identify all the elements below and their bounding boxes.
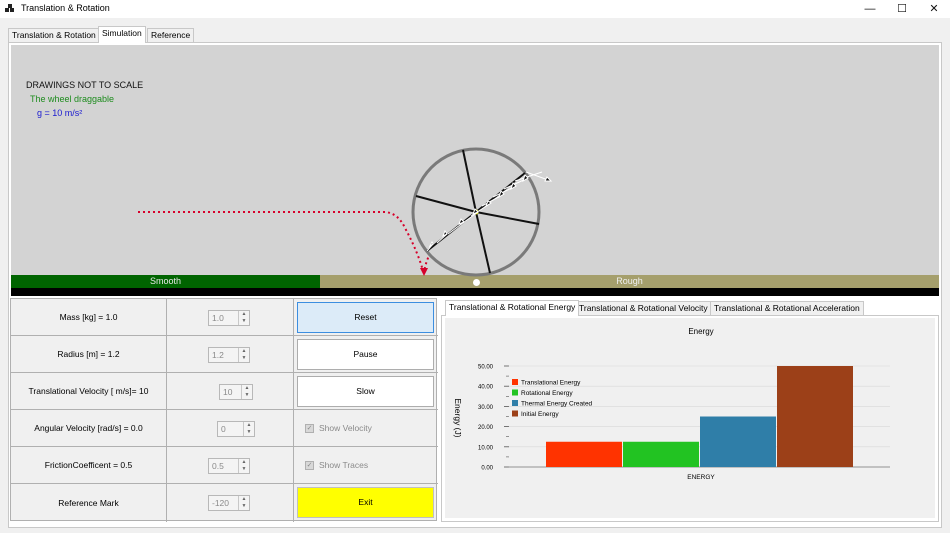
maximize-button[interactable]: ☐ [886, 0, 918, 18]
radius-label: Radius [m] = 1.2 [11, 336, 167, 372]
tab-velocity[interactable]: Translational & Rotational Velocity [575, 301, 712, 315]
tab-energy[interactable]: Translational & Rotational Energy [445, 300, 580, 316]
tab-translation-rotation[interactable]: Translation & Rotation [8, 28, 100, 42]
translational-velocity-stepper[interactable]: 10 ▲ ▼ [219, 384, 253, 400]
friction-label: FrictionCoefficent = 0.5 [11, 447, 167, 483]
pause-button[interactable]: Pause [297, 339, 434, 370]
mass-label: Mass [kg] = 1.0 [11, 299, 167, 335]
tab-simulation[interactable]: Simulation [98, 26, 146, 43]
translational-velocity-value: 10 [223, 387, 233, 397]
up-arrow-icon: ▲ [244, 385, 250, 391]
tab-acceleration[interactable]: Translational & Rotational Acceleration [710, 301, 864, 315]
up-arrow-icon: ▲ [241, 496, 247, 502]
controls-panel: Mass [kg] = 1.0 1.0 ▲ ▼ Reset Radius [m] =… [10, 298, 438, 522]
reset-button[interactable]: Reset [297, 302, 434, 333]
translational-velocity-row: Translational Velocity [ m/s]= 10 10 ▲ ▼ S… [11, 373, 438, 410]
reference-mark-row: Reference Mark -120 ▲ ▼ Exit [11, 484, 438, 522]
down-arrow-icon: ▼ [246, 429, 252, 435]
scale-note: DRAWINGS NOT TO SCALE [26, 80, 144, 90]
reference-mark-label: Reference Mark [11, 484, 167, 522]
angular-velocity-label: Angular Velocity [rad/s] = 0.0 [11, 410, 167, 446]
down-arrow-icon: ▼ [241, 355, 247, 361]
mass-row: Mass [kg] = 1.0 1.0 ▲ ▼ Reset [11, 299, 438, 336]
window-title: Translation & Rotation [21, 3, 110, 13]
slow-button[interactable]: Slow [297, 376, 434, 407]
gravity-label: g = 10 m/s² [37, 108, 83, 118]
show-velocity-label: Show Velocity [319, 423, 372, 433]
down-arrow-icon: ▼ [241, 503, 247, 509]
show-traces-label: Show Traces [319, 460, 369, 470]
up-arrow-icon: ▲ [241, 311, 247, 317]
up-arrow-icon: ▲ [241, 348, 247, 354]
up-arrow-icon: ▲ [246, 422, 252, 428]
reference-mark-value: -120 [212, 498, 230, 508]
exit-button[interactable]: Exit [297, 487, 434, 518]
down-arrow-icon: ▼ [241, 466, 247, 472]
title-bar: Translation & Rotation — ☐ ✕ [0, 0, 950, 18]
radius-value: 1.2 [212, 350, 224, 360]
mass-value: 1.0 [212, 313, 224, 323]
chart-background [445, 318, 935, 518]
smooth-surface: Smooth [11, 275, 320, 288]
ground-line [11, 288, 939, 296]
checkmark-icon: ✓ [305, 460, 314, 470]
friction-value: 0.5 [212, 461, 224, 471]
close-button[interactable]: ✕ [918, 0, 950, 18]
tab-reference[interactable]: Reference [147, 28, 195, 42]
app-icon [5, 4, 15, 14]
angular-velocity-stepper[interactable]: 0 ▲ ▼ [217, 421, 255, 437]
angular-velocity-value: 0 [221, 424, 226, 434]
reference-mark-stepper[interactable]: -120 ▲ ▼ [208, 495, 250, 511]
down-arrow-icon: ▼ [241, 318, 247, 324]
friction-row: FrictionCoefficent = 0.5 0.5 ▲ ▼ ✓ Show Tra… [11, 447, 438, 484]
minimize-button[interactable]: — [854, 0, 886, 18]
friction-stepper[interactable]: 0.5 ▲ ▼ [208, 458, 250, 474]
show-traces-checkbox[interactable]: ✓ Show Traces [305, 460, 368, 470]
mass-stepper[interactable]: 1.0 ▲ ▼ [208, 310, 250, 326]
chart-tabs: Translational & Rotational Energy Transl… [445, 300, 939, 316]
main-tabs: Translation & Rotation Simulation Refere… [0, 26, 950, 43]
rough-surface: Rough [320, 275, 939, 288]
radius-stepper[interactable]: 1.2 ▲ ▼ [208, 347, 250, 363]
drag-note: The wheel draggable [30, 94, 115, 104]
up-arrow-icon: ▲ [241, 459, 247, 465]
show-velocity-checkbox[interactable]: ✓ Show Velocity [305, 423, 372, 433]
down-arrow-icon: ▼ [244, 392, 250, 398]
radius-row: Radius [m] = 1.2 1.2 ▲ ▼ Pause [11, 336, 438, 373]
checkmark-icon: ✓ [305, 423, 314, 433]
angular-velocity-row: Angular Velocity [rad/s] = 0.0 0 ▲ ▼ ✓ Show… [11, 410, 438, 447]
reference-mark-dot [473, 279, 480, 286]
simulation-canvas[interactable] [11, 45, 939, 275]
translational-velocity-label: Translational Velocity [ m/s]= 10 [11, 373, 167, 409]
